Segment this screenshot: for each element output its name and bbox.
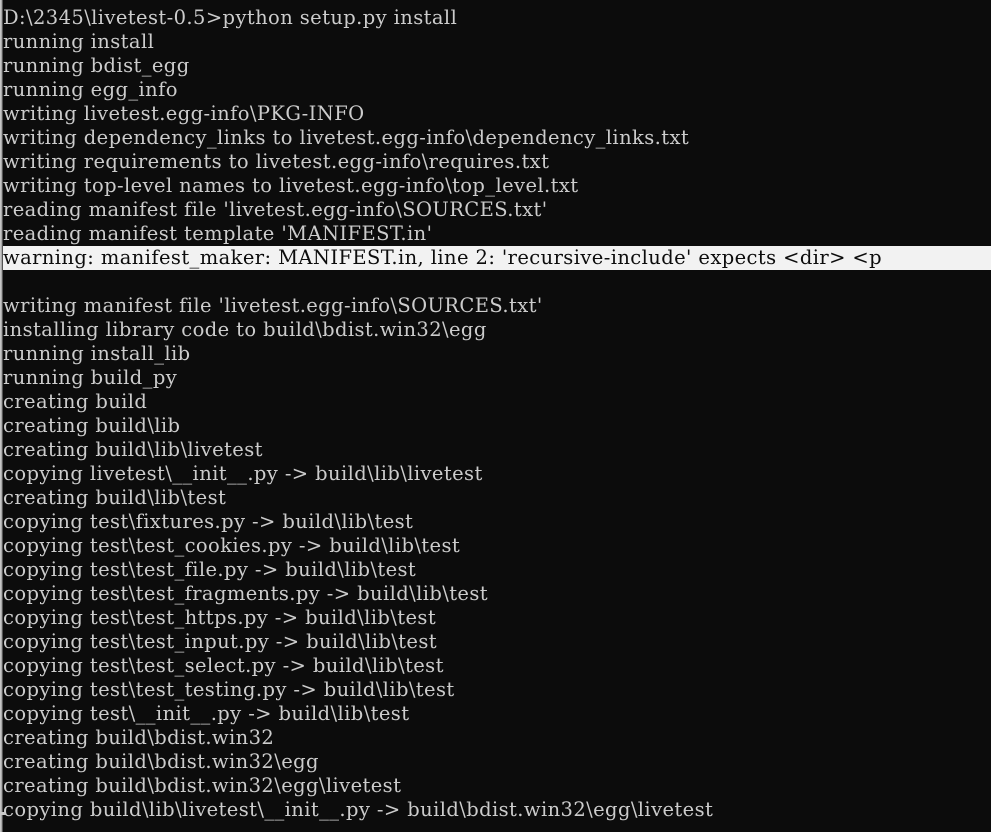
console-line: running install [3, 30, 155, 53]
console-line: copying build\lib\livetest\__init__.py -… [3, 798, 714, 821]
scrollbar-thumb-mark[interactable] [0, 812, 6, 815]
console-line: writing livetest.egg-info\PKG-INFO [3, 102, 365, 125]
console-line: D:\2345\livetest-0.5>python setup.py ins… [3, 6, 458, 29]
window-left-edge [0, 0, 3, 832]
console-line: creating build\bdist.win32 [3, 726, 275, 749]
console-line: copying test\test_input.py -> build\lib\… [3, 630, 438, 653]
console-line: creating build\lib\test [3, 486, 227, 509]
console-line: copying test\__init__.py -> build\lib\te… [3, 702, 410, 725]
console-line: writing manifest file 'livetest.egg-info… [3, 294, 543, 317]
console-line-selected: warning: manifest_maker: MANIFEST.in, li… [3, 246, 991, 270]
console-line: creating build\lib [3, 414, 181, 437]
console-line: copying livetest\__init__.py -> build\li… [3, 462, 483, 485]
console-line: copying test\test_testing.py -> build\li… [3, 678, 455, 701]
command-prompt-window[interactable]: D:\2345\livetest-0.5>python setup.py ins… [0, 0, 991, 832]
console-line: copying test\test_select.py -> build\lib… [3, 654, 444, 677]
console-line: writing top-level names to livetest.egg-… [3, 174, 579, 197]
console-line: writing requirements to livetest.egg-inf… [3, 150, 550, 173]
console-line: copying test\test_https.py -> build\lib\… [3, 606, 437, 629]
console-line: copying test\fixtures.py -> build\lib\te… [3, 510, 414, 533]
console-line: creating build\bdist.win32\egg [3, 750, 319, 773]
console-line: copying test\test_file.py -> build\lib\t… [3, 558, 417, 581]
console-line: copying test\test_fragments.py -> build\… [3, 582, 489, 605]
console-line: running bdist_egg [3, 54, 190, 77]
console-line: installing library code to build\bdist.w… [3, 318, 487, 341]
console-output-area[interactable]: D:\2345\livetest-0.5>python setup.py ins… [3, 6, 991, 822]
console-line: running install_lib [3, 342, 191, 365]
console-line: creating build\bdist.win32\egg\livetest [3, 774, 402, 797]
console-line: reading manifest template 'MANIFEST.in' [3, 222, 433, 245]
console-line: copying test\test_cookies.py -> build\li… [3, 534, 461, 557]
console-line: reading manifest file 'livetest.egg-info… [3, 198, 548, 221]
console-line: running egg_info [3, 78, 178, 101]
console-line: creating build [3, 390, 148, 413]
console-line: running build_py [3, 366, 178, 389]
console-line: creating build\lib\livetest [3, 438, 263, 461]
console-line: writing dependency_links to livetest.egg… [3, 126, 690, 149]
